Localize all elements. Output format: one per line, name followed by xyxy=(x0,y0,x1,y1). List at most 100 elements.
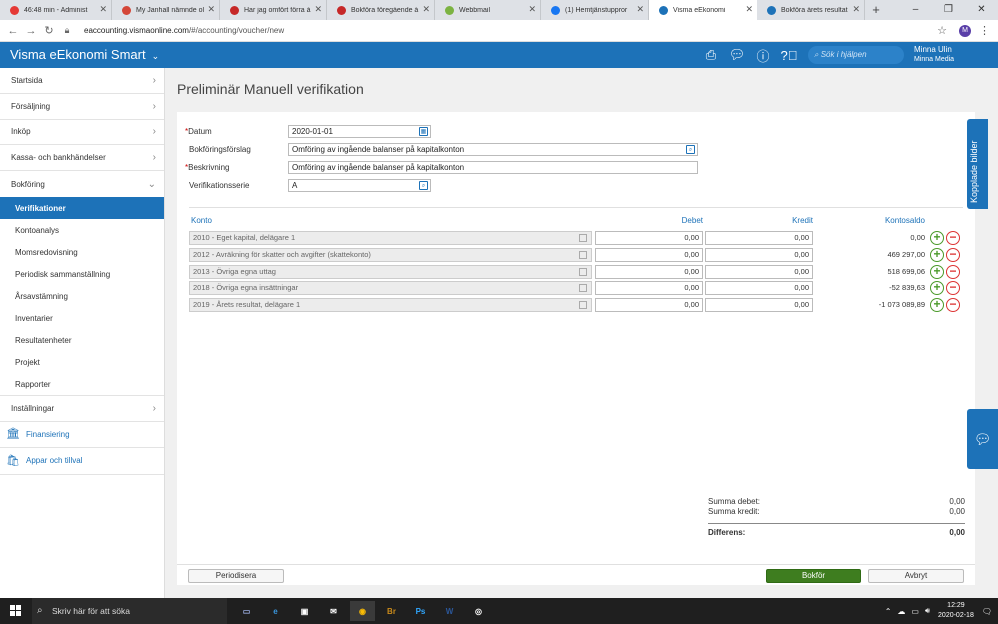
lookup-icon[interactable] xyxy=(579,301,587,309)
add-row-icon[interactable]: + xyxy=(930,231,944,245)
add-row-icon[interactable]: + xyxy=(930,298,944,312)
add-row-icon[interactable]: + xyxy=(930,265,944,279)
photoshop-icon[interactable]: Ps xyxy=(408,601,433,621)
help-icon[interactable]: ?⃝ xyxy=(776,45,802,65)
close-icon[interactable]: ✕ xyxy=(636,4,644,15)
remove-row-icon[interactable]: − xyxy=(946,231,960,245)
sidebar-subitem-periodisk[interactable]: Periodisk sammanställning xyxy=(0,263,164,285)
sidebar-subitem-resultatenheter[interactable]: Resultatenheter xyxy=(0,330,164,352)
chrome-icon[interactable]: ◉ xyxy=(350,601,375,621)
lookup-icon[interactable] xyxy=(579,251,587,259)
mail-icon[interactable]: ✉︎ xyxy=(321,601,346,621)
profile-avatar[interactable]: M xyxy=(959,24,971,37)
account-field[interactable]: 2018 - Övriga egna insättningar xyxy=(189,281,592,295)
lookup-icon[interactable]: ⌕ xyxy=(686,145,695,154)
network-icon[interactable]: ▭ xyxy=(911,607,919,616)
account-field[interactable]: 2012 - Avräkning för skatter och avgifte… xyxy=(189,248,592,262)
debet-input[interactable]: 0,00 xyxy=(595,248,703,262)
lookup-icon[interactable] xyxy=(579,268,587,276)
windows-start-icon[interactable] xyxy=(10,605,21,616)
close-icon[interactable]: ✕ xyxy=(852,4,860,15)
help-search-input[interactable]: ⌕ Sök i hjälpen xyxy=(808,46,904,64)
remove-row-icon[interactable]: − xyxy=(946,248,960,262)
notifications-icon[interactable]: 🗨︎ xyxy=(982,607,992,616)
datum-field[interactable]: 2020-01-01 ▦ xyxy=(288,125,431,138)
bookmark-star-icon[interactable]: ☆ xyxy=(937,24,947,37)
taskbar-search-input[interactable]: ⌕ Skriv här för att söka xyxy=(32,598,227,624)
sidebar-item-startsida[interactable]: Startsida › xyxy=(0,68,164,94)
close-window-icon[interactable]: ✕ xyxy=(965,0,998,20)
sidebar-subitem-verifikationer[interactable]: Verifikationer xyxy=(0,196,164,220)
more-menu-icon[interactable]: ⋮ xyxy=(979,24,990,37)
account-field[interactable]: 2013 - Övriga egna uttag xyxy=(189,265,592,279)
browser-tab[interactable]: Bokföra årets resultat ✕ xyxy=(757,0,865,20)
chat-icon[interactable]: 💬︎ xyxy=(724,45,750,65)
close-icon[interactable]: ✕ xyxy=(314,4,322,15)
kredit-input[interactable]: 0,00 xyxy=(705,248,813,262)
close-icon[interactable]: ✕ xyxy=(207,4,215,15)
kredit-input[interactable]: 0,00 xyxy=(705,281,813,295)
user-menu[interactable]: Minna Ulin Minna Media xyxy=(914,45,954,65)
sidebar-item-inkop[interactable]: Inköp › xyxy=(0,120,164,146)
tray-chevron-icon[interactable]: ⌃ xyxy=(885,607,892,616)
bokfor-button[interactable]: Bokför xyxy=(766,569,861,583)
browser-tab[interactable]: Har jag omfört förra å ✕ xyxy=(220,0,327,20)
lock-icon[interactable]: 🔒︎ xyxy=(58,25,76,36)
account-field[interactable]: 2019 - Årets resultat, delägare 1 xyxy=(189,298,592,312)
debet-input[interactable]: 0,00 xyxy=(595,281,703,295)
avbryt-button[interactable]: Avbryt xyxy=(868,569,964,583)
new-tab-button[interactable]: + xyxy=(865,0,887,20)
debet-input[interactable]: 0,00 xyxy=(595,231,703,245)
sidebar-subitem-projekt[interactable]: Projekt xyxy=(0,352,164,374)
lookup-icon[interactable] xyxy=(579,234,587,242)
close-icon[interactable]: ✕ xyxy=(528,4,536,15)
word-icon[interactable]: W xyxy=(437,601,462,621)
volume-icon[interactable]: 🔊︎ xyxy=(925,606,930,616)
calendar-icon[interactable]: ▦ xyxy=(419,127,428,136)
debet-input[interactable]: 0,00 xyxy=(595,265,703,279)
back-icon[interactable]: ← xyxy=(4,25,22,37)
verifikationsserie-field[interactable]: A ⌕ xyxy=(288,179,431,192)
browser-tab-active[interactable]: Visma eEkonomi ✕ xyxy=(649,0,757,20)
print-icon[interactable]: ⎙ xyxy=(698,45,724,65)
add-row-icon[interactable]: + xyxy=(930,248,944,262)
bokforingsforslag-field[interactable]: Omföring av ingående balanser på kapital… xyxy=(288,143,698,156)
remove-row-icon[interactable]: − xyxy=(946,265,960,279)
brand-menu[interactable]: Visma eEkonomi Smart ⌄ xyxy=(10,47,159,62)
lookup-icon[interactable]: ⌕ xyxy=(419,181,428,190)
browser-tab[interactable]: Webbmail ✕ xyxy=(435,0,541,20)
browser-tab[interactable]: 46:48 min - Administ ✕ xyxy=(0,0,112,20)
kredit-input[interactable]: 0,00 xyxy=(705,298,813,312)
sidebar-subitem-inventarier[interactable]: Inventarier xyxy=(0,307,164,329)
sidebar-subitem-arsavstamning[interactable]: Årsavstämning xyxy=(0,285,164,307)
sidebar-subitem-rapporter[interactable]: Rapporter xyxy=(0,374,164,396)
maximize-icon[interactable]: ❐ xyxy=(932,0,965,20)
browser-tab[interactable]: Bokföra föregående å ✕ xyxy=(327,0,435,20)
app-icon[interactable]: ◎ xyxy=(466,601,491,621)
sidebar-subitem-momsredovisning[interactable]: Momsredovisning xyxy=(0,241,164,263)
sidebar-subitem-kontoanalys[interactable]: Kontoanalys xyxy=(0,219,164,241)
close-icon[interactable]: ✕ xyxy=(745,4,753,15)
browser-tab[interactable]: My Janhall nämnde ol ✕ xyxy=(112,0,220,20)
close-icon[interactable]: ✕ xyxy=(422,4,430,15)
periodisera-button[interactable]: Periodisera xyxy=(188,569,284,583)
kopplade-bilder-tab[interactable]: Kopplade bilder xyxy=(967,119,988,209)
forward-icon[interactable]: → xyxy=(22,25,40,37)
url-field[interactable]: eaccounting.vismaonline.com/#/accounting… xyxy=(84,26,937,35)
remove-row-icon[interactable]: − xyxy=(946,281,960,295)
bridge-icon[interactable]: Br xyxy=(379,601,404,621)
beskrivning-field[interactable]: Omföring av ingående balanser på kapital… xyxy=(288,161,698,174)
chat-bubble-icon[interactable]: 💬︎ xyxy=(967,409,998,469)
sidebar-item-kassa[interactable]: Kassa- och bankhändelser › xyxy=(0,145,164,172)
minimize-icon[interactable]: – xyxy=(899,0,932,20)
lookup-icon[interactable] xyxy=(579,284,587,292)
task-view-icon[interactable]: ▭ xyxy=(234,601,259,621)
sidebar-item-bokforing[interactable]: Bokföring ⌄ xyxy=(0,171,164,197)
store-icon[interactable]: ▣ xyxy=(292,601,317,621)
account-field[interactable]: 2010 - Eget kapital, delägare 1 xyxy=(189,231,592,245)
kredit-input[interactable]: 0,00 xyxy=(705,231,813,245)
sidebar-item-finansiering[interactable]: 🏛︎ Finansiering xyxy=(0,422,164,449)
remove-row-icon[interactable]: − xyxy=(946,298,960,312)
close-icon[interactable]: ✕ xyxy=(99,4,107,15)
sidebar-item-forsaljning[interactable]: Försäljning › xyxy=(0,94,164,120)
